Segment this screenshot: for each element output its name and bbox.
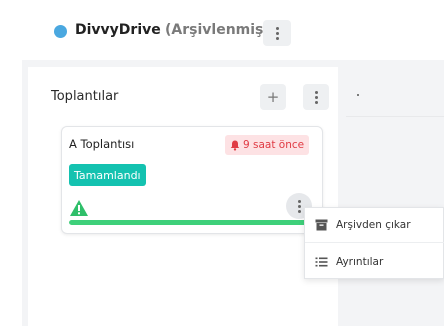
list-icon: [315, 257, 328, 266]
next-column-mark: [357, 94, 359, 96]
column-menu-button[interactable]: [303, 84, 329, 110]
board-header: DivvyDrive (Arşivlenmiş): [0, 0, 444, 58]
card-context-menu: Arşivden çıkar Ayrıntılar: [304, 207, 444, 279]
menu-item-label: Ayrıntılar: [336, 255, 384, 268]
kebab-icon: [297, 199, 301, 213]
menu-item-unarchive[interactable]: Arşivden çıkar: [305, 208, 444, 243]
column-title[interactable]: Toplantılar: [51, 89, 118, 104]
board-status-dot: [54, 25, 67, 38]
kebab-icon: [314, 90, 318, 104]
column-divider: [346, 116, 444, 117]
plus-icon: +: [266, 88, 280, 106]
card-title: A Toplantısı: [69, 137, 135, 151]
card-progress-fill: [69, 220, 314, 225]
card-progress-bar: [69, 220, 314, 225]
board-title[interactable]: DivvyDrive: [75, 22, 161, 38]
status-badge: Tamamlandı: [69, 164, 146, 186]
warning-icon: [70, 200, 88, 216]
due-time-badge: 9 saat önce: [225, 135, 310, 155]
menu-item-label: Arşivden çıkar: [336, 219, 411, 231]
add-card-button[interactable]: +: [260, 84, 286, 110]
due-time-text: 9 saat önce: [243, 139, 305, 151]
archive-icon: [315, 219, 328, 231]
board-archived-status: (Arşivlenmiş): [165, 22, 270, 38]
bell-icon: [230, 140, 240, 151]
kebab-icon: [275, 26, 279, 40]
board-menu-button[interactable]: [263, 20, 291, 46]
menu-item-details[interactable]: Ayrıntılar: [305, 244, 444, 279]
